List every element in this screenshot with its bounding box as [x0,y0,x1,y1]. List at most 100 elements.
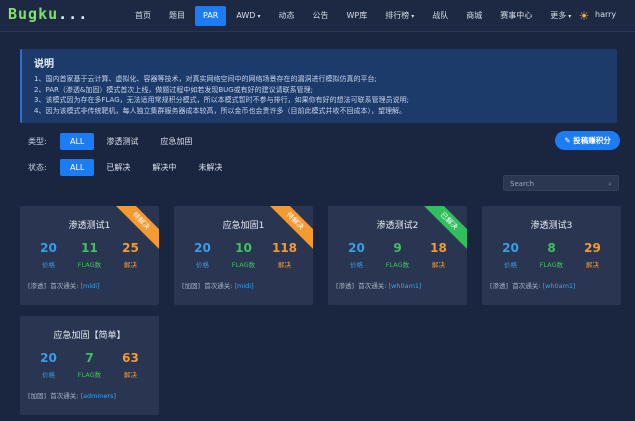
nav-item-par[interactable]: PAR [195,6,227,26]
card-footer: [渗透] 首次通关: [wh0am1] [336,280,422,290]
flag-label: FLAG数 [77,371,102,379]
nav-item-wp-library[interactable]: WP库 [338,6,375,26]
card-footer: [渗透] 首次通关: [wh0am1] [490,280,576,290]
status-in-progress-chip[interactable]: 解决中 [142,159,186,176]
type-hardening-chip[interactable]: 应急加固 [150,133,202,150]
card-stats: 20 价格 7 FLAG数 63 解决 [20,350,159,379]
search-input[interactable]: Search ⌕ [503,175,619,191]
price-label: 价格 [350,261,363,269]
price-stat: 20 价格 [493,240,529,269]
solved-count: 25 [122,241,139,255]
category-tag: [渗透] [336,282,355,290]
nav-item-news[interactable]: 动态 [270,6,302,26]
category-tag: [加固] [182,282,201,290]
first-blood-user[interactable]: [midi] [235,282,254,290]
flag-stat: 7 FLAG数 [72,350,108,379]
first-blood-user[interactable]: [midi] [81,282,100,290]
nav-item-announcements[interactable]: 公告 [304,6,336,26]
main-menu: 首页 题目 PAR AWD ▾ 动态 公告 WP库 排行榜 ▾ 战队 商城 赛事中心… [127,0,581,32]
search-icon[interactable]: ⌕ [608,176,612,192]
nav-label: AWD [236,11,256,20]
price-value: 20 [348,241,365,255]
price-label: 价格 [504,261,517,269]
solved-count: 63 [122,351,139,365]
nav-item-teams[interactable]: 战队 [424,6,456,26]
first-blood-user[interactable]: [adminers] [81,392,117,400]
card-title: 渗透测试3 [530,221,573,231]
first-blood-user[interactable]: [wh0am1] [543,282,576,290]
solved-label: 解决 [432,261,445,269]
nav-label: 题目 [169,11,185,20]
flag-count: 8 [547,241,556,255]
bugku-logo[interactable]: Bugku... [8,5,88,23]
notice-line: 3、该模式因为存在多FLAG，无法适用常规积分模式，所以本模式暂时不参与排行，如… [34,96,409,104]
status-filter-label: 状态: [28,163,47,172]
nav-item-awd[interactable]: AWD ▾ [228,6,268,26]
nav-item-shop[interactable]: 商城 [458,6,490,26]
challenge-card[interactable]: 渗透测试3 20 价格 8 FLAG数 29 解决 [渗透] 首次通关: [wh0am… [482,206,621,305]
nav-label: 赛事中心 [500,11,533,20]
solved-count: 29 [584,241,601,255]
sun-icon[interactable]: ☀ [577,9,591,23]
challenge-card[interactable]: 待解决 应急加固1 20 价格 10 FLAG数 118 解决 [加固] 首次通关: … [174,206,313,305]
card-title: 应急加固【简单】 [53,331,126,341]
nav-label: PAR [203,11,219,20]
price-label: 价格 [196,261,209,269]
logo-text: Bugku [8,5,59,23]
nav-item-more[interactable]: 更多 ▾ [542,6,579,26]
nav-label: 商城 [466,11,483,20]
type-filter: 类型: ALL 渗透测试 应急加固 [28,133,204,150]
flag-stat: 8 FLAG数 [534,240,570,269]
flag-count: 7 [85,351,94,365]
logo-dots: ... [58,5,89,23]
nav-item-events[interactable]: 赛事中心 [492,6,540,26]
challenge-card[interactable]: 应急加固【简单】 20 价格 7 FLAG数 63 解决 [加固] 首次通关: [ad… [20,316,159,415]
status-solved-chip[interactable]: 已解决 [96,159,140,176]
type-filter-label: 类型: [28,137,47,146]
flag-label: FLAG数 [231,261,256,269]
flag-label: FLAG数 [385,261,410,269]
username[interactable]: harry [595,10,616,19]
category-tag: [加固] [28,392,47,400]
first-blood-label: 首次通关: [358,282,387,290]
price-stat: 20 价格 [31,350,67,379]
challenge-card[interactable]: 待解决 渗透测试1 20 价格 11 FLAG数 25 解决 [渗透] 首次通关: [… [20,206,159,305]
price-value: 20 [40,241,57,255]
submit-challenge-button[interactable]: ✎ 投稿赚积分 [555,131,620,150]
card-stats: 20 价格 11 FLAG数 25 解决 [20,240,159,269]
status-filter: 状态: ALL 已解决 解决中 未解决 [28,159,234,176]
category-tag: [渗透] [28,282,47,290]
price-value: 20 [194,241,211,255]
solved-label: 解决 [278,261,291,269]
price-value: 20 [40,351,57,365]
solved-label: 解决 [586,261,599,269]
type-all-chip[interactable]: ALL [60,133,95,150]
card-footer: [渗透] 首次通关: [midi] [28,280,100,290]
info-notice: 说明 1、国内首家基于云计算、虚拟化、容器等技术，对真实网络空间中的网络场景存在… [20,49,617,123]
flag-count: 10 [235,241,252,255]
card-title: 应急加固1 [222,221,265,231]
solved-label: 解决 [124,371,137,379]
type-pentest-chip[interactable]: 渗透测试 [96,133,148,150]
nav-label: 动态 [278,11,295,20]
status-unsolved-chip[interactable]: 未解决 [188,159,232,176]
nav-label: 首页 [135,11,151,20]
solved-stat: 118 解决 [267,240,303,269]
notice-line: 1、国内首家基于云计算、虚拟化、容器等技术，对真实网络空间中的网络场景存在的漏洞… [34,75,377,83]
first-blood-user[interactable]: [wh0am1] [389,282,422,290]
notice-line: 4、因为该模式非传统靶机，每人独立集群服务器成本较高，所以金币也会贵许多（目前此… [34,106,406,115]
category-tag: [渗透] [490,282,509,290]
challenge-card[interactable]: 已解决 渗透测试2 20 价格 9 FLAG数 18 解决 [渗透] 首次通关: [w… [328,206,467,305]
chevron-down-icon: ▾ [257,13,261,20]
solved-count: 18 [430,241,447,255]
nav-item-challenges[interactable]: 题目 [161,6,193,26]
nav-label: 公告 [312,11,329,20]
solved-stat: 29 解决 [575,240,611,269]
price-stat: 20 价格 [31,240,67,269]
notice-line: 2、PAR（渗透&加固）模式首次上线，做题过程中如若发现BUG或有好的建议请联系… [34,85,314,94]
nav-item-home[interactable]: 首页 [127,6,159,26]
nav-item-leaderboard[interactable]: 排行榜 ▾ [377,6,422,26]
price-stat: 20 价格 [339,240,375,269]
card-stats: 20 价格 10 FLAG数 118 解决 [174,240,313,269]
status-all-chip[interactable]: ALL [60,159,95,176]
